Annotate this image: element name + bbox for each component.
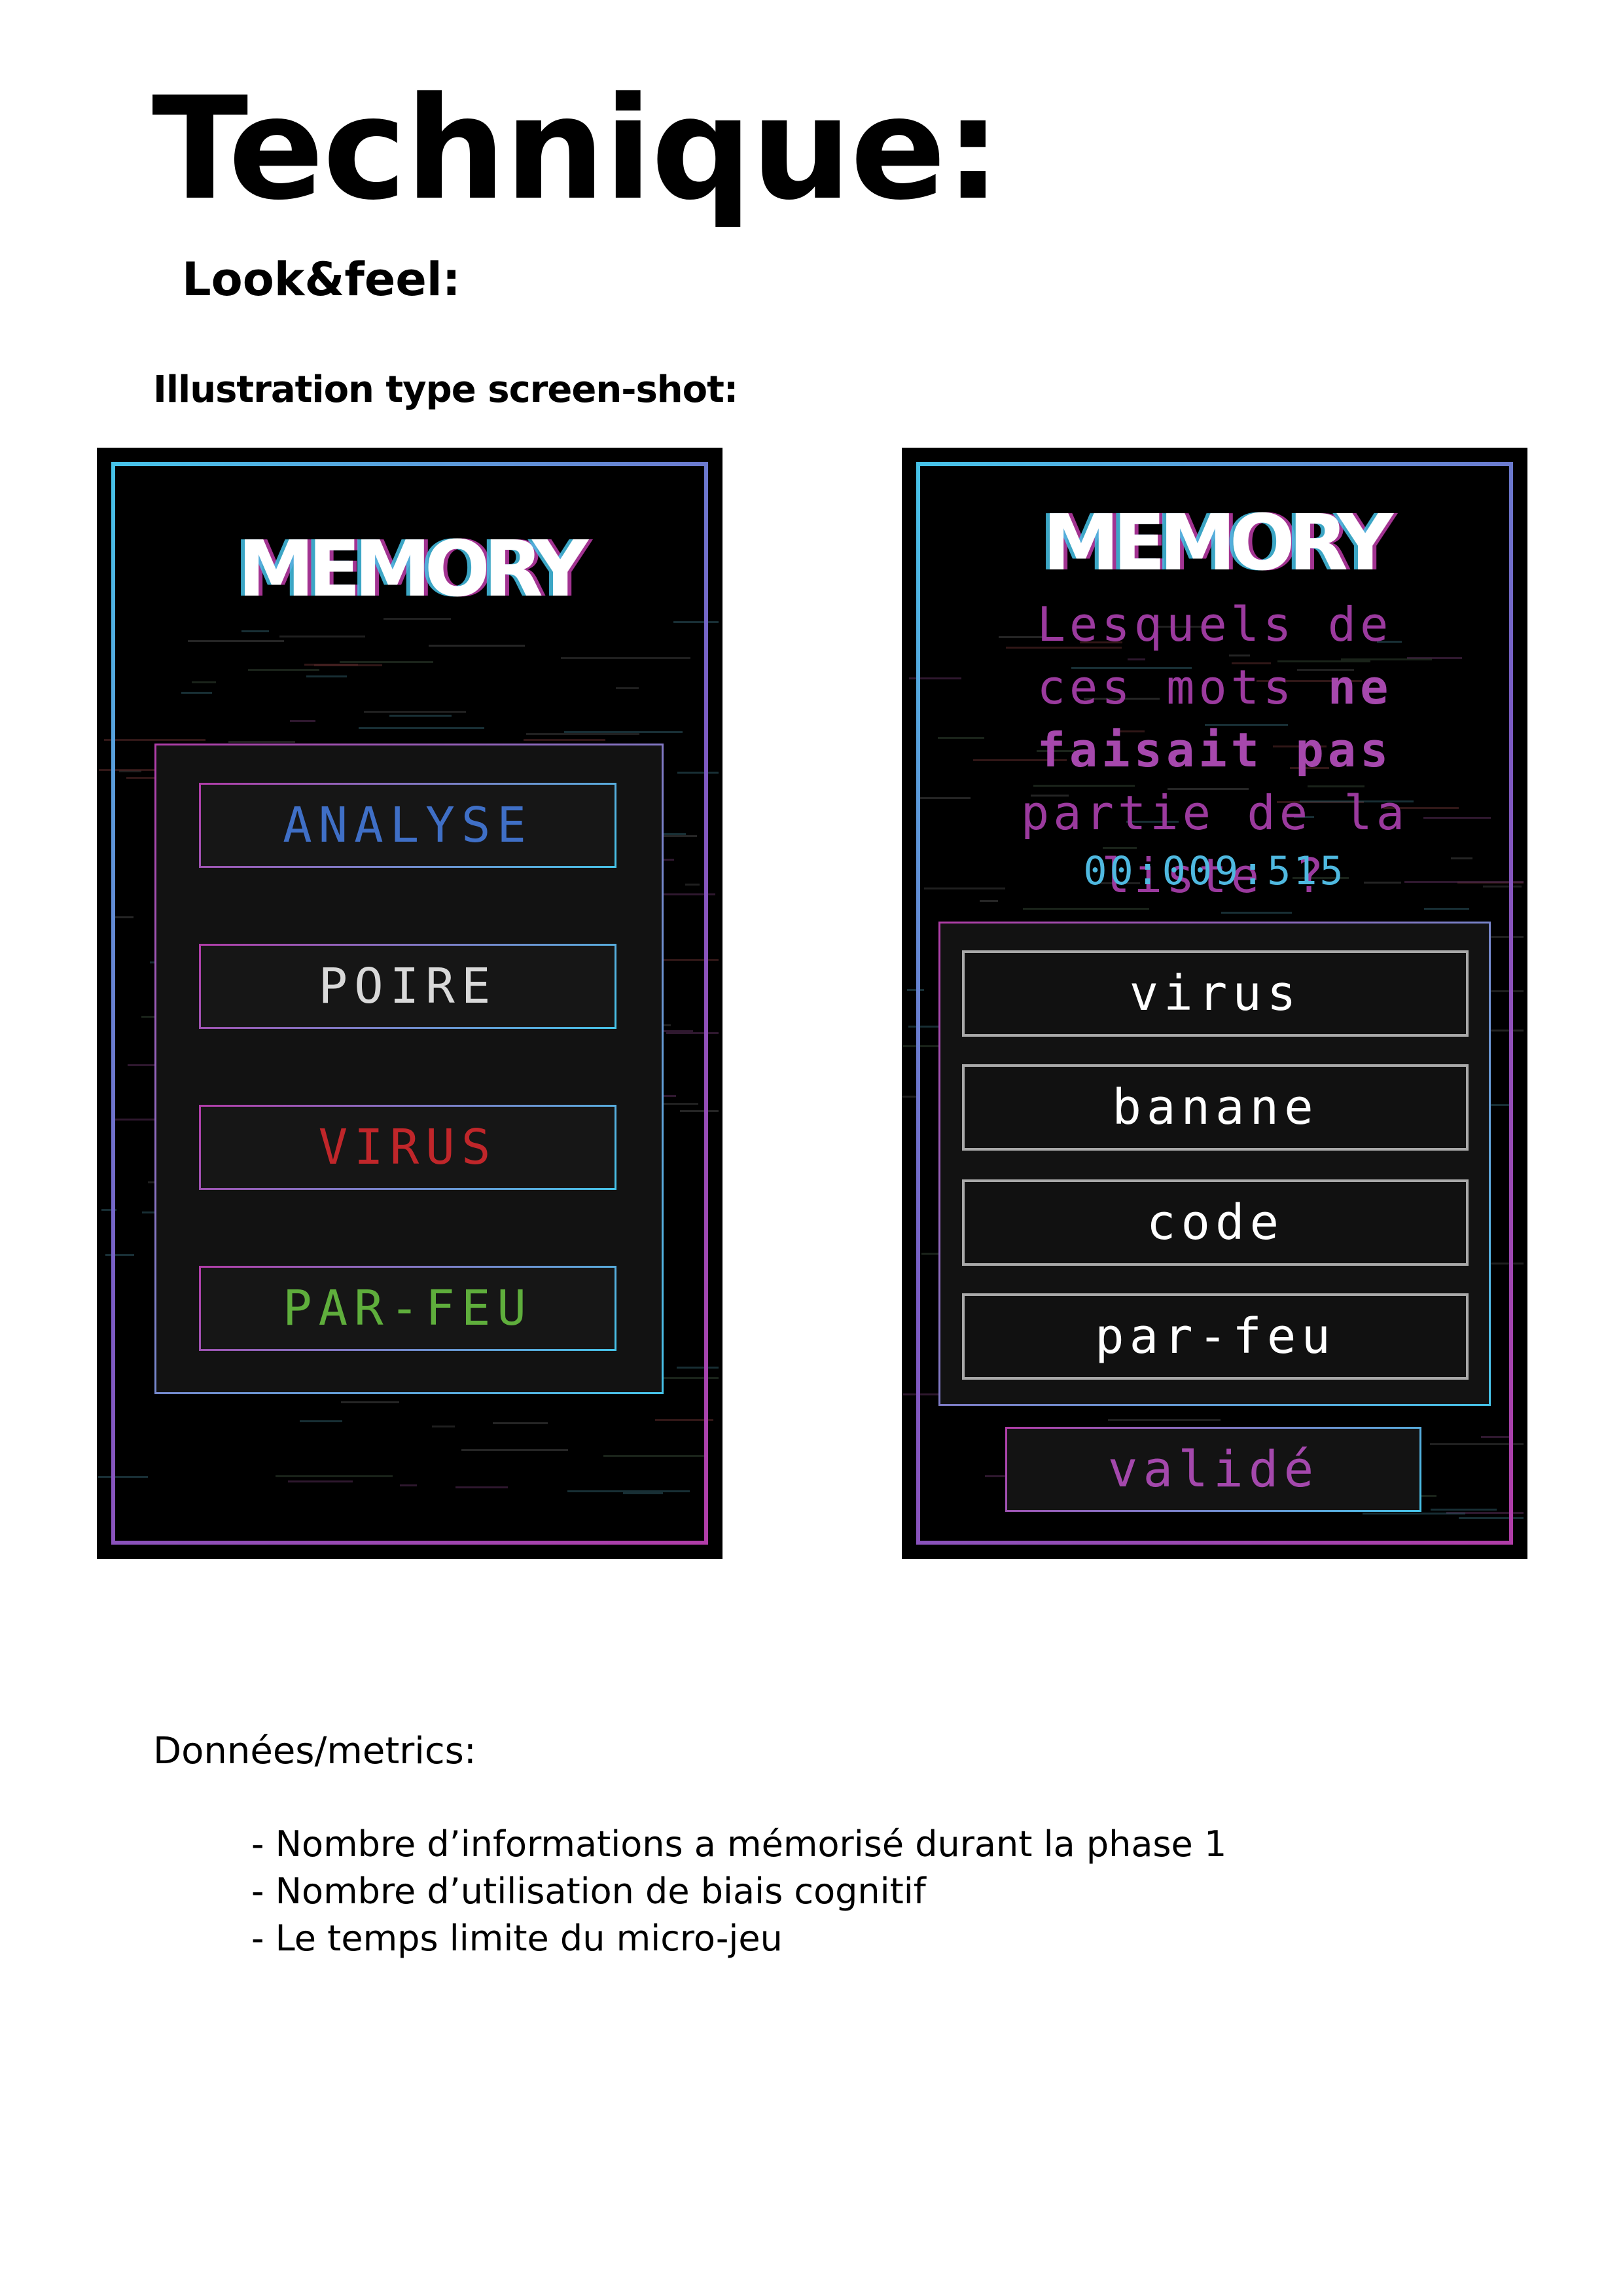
look-and-feel-heading: Look&feel: [182,253,461,306]
answer-button-virus[interactable]: virus [962,950,1469,1037]
word-item-virus: VIRUS [199,1105,616,1190]
metrics-heading: Données/metrics: [153,1730,476,1772]
metrics-list: - Nombre d’informations a mémorisé duran… [251,1821,1226,1962]
word-item-analyse: ANALYSE [199,783,616,868]
answer-button-code[interactable]: code [962,1179,1469,1266]
memory-logo: MEMORY [238,524,588,614]
metrics-item: - Nombre d’utilisation de biais cognitif [251,1871,926,1912]
word-item-poire: POIRE [199,944,616,1029]
metrics-item: - Le temps limite du micro-jeu [251,1918,783,1959]
answer-button-par-feu[interactable]: par-feu [962,1293,1469,1380]
memory-screen-quiz: MEMORY Lesquels de ces mots ne faisait p… [902,448,1527,1559]
illustration-label: Illustration type screen-shot: [153,368,738,411]
answer-button-banane[interactable]: banane [962,1064,1469,1151]
memory-screen-word-list: MEMORY ANALYSE POIRE VIRUS PAR-FEU [97,448,722,1559]
countdown-timer: 00:009:515 [1083,848,1346,894]
memory-logo: MEMORY [1043,497,1393,588]
word-item-par-feu: PAR-FEU [199,1266,616,1351]
metrics-item: - Nombre d’informations a mémorisé duran… [251,1823,1227,1865]
page-title: Technique: [152,67,1001,231]
validate-button[interactable]: validé [1005,1427,1421,1512]
